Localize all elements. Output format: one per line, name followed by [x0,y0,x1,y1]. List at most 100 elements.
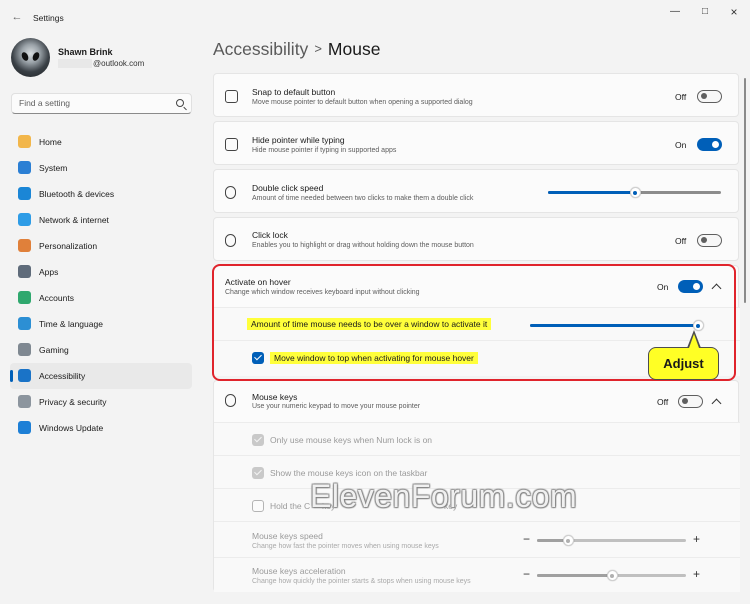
sidebar-item-personalization[interactable]: Personalization [10,233,192,259]
mouse-keys-speed-slider[interactable] [537,535,686,546]
setting-title: Hide pointer while typing [252,135,345,145]
sidebar-item-windows-update[interactable]: Windows Update [10,415,192,441]
plus-icon[interactable]: + [693,533,700,545]
sidebar-item-home[interactable]: Home [10,129,192,155]
sidebar-item-label: Accessibility [39,371,86,381]
sidebar-item-privacy[interactable]: Privacy & security [10,389,192,415]
sidebar-item-accessibility[interactable]: Accessibility [10,363,192,389]
sidebar-item-network[interactable]: Network & internet [10,207,192,233]
accel-description: Change how quickly the pointer starts & … [252,578,471,585]
sidebar-item-label: Home [39,137,62,147]
taskbar-icon-checkbox[interactable] [252,467,264,479]
search-input[interactable] [19,98,169,108]
setting-double-click: Double click speed Amount of time needed… [213,169,739,213]
minus-icon[interactable]: − [523,568,530,580]
setting-title: Mouse keys [252,392,298,402]
search-icon[interactable] [176,99,184,107]
title-bar: ← Settings — □ × [0,0,750,34]
globe-clock-icon [18,317,31,330]
sidebar-item-apps[interactable]: Apps [10,259,192,285]
chevron-up-icon[interactable] [711,398,722,409]
apps-icon [18,265,31,278]
accessibility-icon [18,369,31,382]
email-redaction [58,59,92,69]
setting-description: Move mouse pointer to default button whe… [252,99,473,106]
setting-title: Snap to default button [252,87,336,97]
sidebar-item-label: Bluetooth & devices [39,189,115,199]
sidebar-item-label: Accounts [39,293,74,303]
mouse-lock-icon [225,234,236,247]
setting-description: Hide mouse pointer if typing in supporte… [252,147,397,154]
toggle-state-label: Off [675,92,687,102]
numlock-row: Only use mouse keys when Num lock is on [214,422,740,455]
search-box[interactable] [11,93,192,114]
gamepad-icon [18,343,31,356]
slider-thumb[interactable] [629,187,641,198]
numlock-checkbox[interactable] [252,434,264,446]
update-icon [18,421,31,434]
sidebar-item-label: Apps [39,267,59,277]
back-arrow-icon[interactable]: ← [10,10,24,24]
sidebar-item-label: Personalization [39,241,98,251]
avatar [11,38,50,77]
toggle-state-label: On [675,140,687,150]
mouse-icon [225,186,236,199]
sidebar-item-label: Time & language [39,319,103,329]
minimize-icon[interactable]: — [665,5,685,19]
sidebar-item-label: System [39,163,68,173]
toggle-state-label: Off [675,236,687,246]
user-email: @outlook.com [58,59,145,69]
setting-description: Use your numeric keypad to move your mou… [252,403,421,410]
user-profile[interactable]: Shawn Brink @outlook.com [11,38,201,78]
maximize-icon[interactable]: □ [695,5,715,19]
sidebar-item-system[interactable]: System [10,155,192,181]
speed-description: Change how fast the pointer moves when u… [252,543,439,550]
home-icon [18,135,31,148]
click-lock-toggle[interactable] [697,234,722,247]
brush-icon [18,239,31,252]
sidebar-item-label: Windows Update [39,423,104,433]
wifi-icon [18,213,31,226]
sidebar-item-time-language[interactable]: Time & language [10,311,192,337]
shield-icon [18,395,31,408]
setting-title: Double click speed [252,183,324,193]
sidebar-item-label: Network & internet [39,215,109,225]
breadcrumb-accessibility[interactable]: Accessibility [213,39,308,59]
person-icon [18,291,31,304]
bluetooth-icon [18,187,31,200]
setting-hide-pointer: Hide pointer while typing Hide mouse poi… [213,121,739,165]
speed-title: Mouse keys speed [252,531,323,541]
sidebar-item-bluetooth[interactable]: Bluetooth & devices [10,181,192,207]
minus-icon[interactable]: − [523,533,530,545]
plus-icon[interactable]: + [693,568,700,580]
setting-description: Enables you to highlight or drag without… [252,242,474,249]
double-click-speed-slider[interactable] [548,187,721,198]
email-domain: @outlook.com [93,59,145,68]
hide-pointer-toggle[interactable] [697,138,722,151]
mouse-keys-accel-row: Mouse keys acceleration Change how quick… [214,557,740,592]
mouse-icon [225,394,236,407]
system-icon [18,161,31,174]
hide-pointer-icon [225,138,238,151]
annotation-callout: Adjust [648,347,719,380]
scrollbar[interactable] [744,78,746,303]
sidebar-item-label: Privacy & security [39,397,107,407]
callout-pointer-fill [689,334,699,348]
snap-toggle[interactable] [697,90,722,103]
hold-ctrl-label-start: Hold the C [270,501,311,511]
mouse-keys-toggle[interactable] [678,395,703,408]
sidebar-item-label: Gaming [39,345,69,355]
breadcrumb-current: Mouse [327,39,381,59]
close-icon[interactable]: × [724,5,744,19]
setting-snap-default: Snap to default button Move mouse pointe… [213,73,739,117]
slider-thumb[interactable] [562,535,574,546]
user-name: Shawn Brink [58,47,113,57]
mouse-keys-accel-slider[interactable] [537,570,686,581]
slider-thumb[interactable] [606,570,618,581]
sidebar-item-accounts[interactable]: Accounts [10,285,192,311]
page-title: Accessibility > Mouse [213,39,380,60]
hold-ctrl-checkbox[interactable] [252,500,264,512]
taskbar-icon-label: Show the mouse keys icon on the taskbar [270,468,428,478]
sidebar-item-gaming[interactable]: Gaming [10,337,192,363]
breadcrumb-separator: > [314,41,322,56]
